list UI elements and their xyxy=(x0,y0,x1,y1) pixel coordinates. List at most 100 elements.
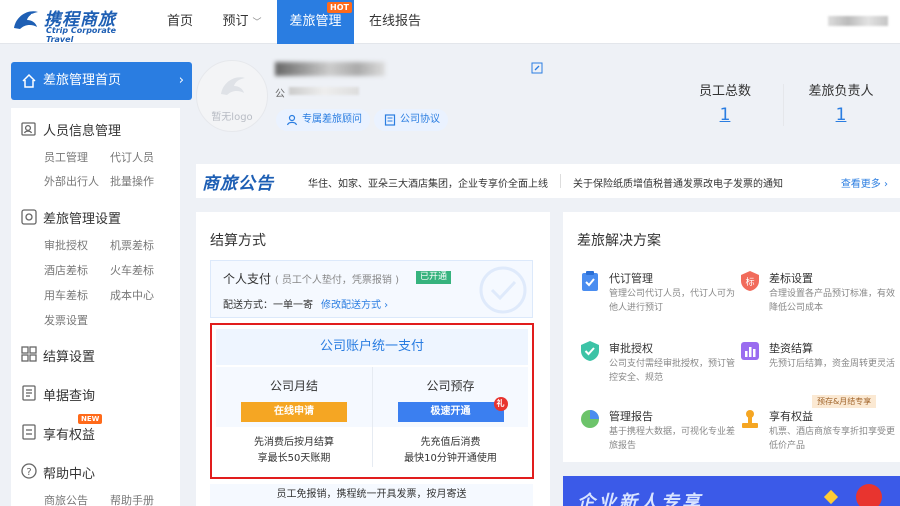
solution-title: 审批授权 xyxy=(609,342,653,355)
stamp-icon xyxy=(742,410,758,428)
solutions-card: 差旅解决方案 代订管理 管理公司代订人员，代订人可为他人进行预订 标 差标设置 … xyxy=(563,212,900,462)
stat-travel-manager: 差旅负责人 1 xyxy=(801,80,881,125)
ctrip-logo[interactable]: 携程商旅 Ctrip Corporate Travel xyxy=(10,4,145,44)
personal-payment-title: 个人支付 ( 员工个人垫付，凭票报销 ) xyxy=(223,270,399,287)
monthly-note-line2: 享最长50天账期 xyxy=(257,453,331,464)
stat-employee-total-value[interactable]: 1 xyxy=(685,105,765,125)
promo-banner-text: 企业新人专享 xyxy=(577,492,703,506)
nav-travel-management[interactable]: 差旅管理 HOT xyxy=(277,0,354,44)
settlement-card: 结算方式 个人支付 ( 员工个人垫付，凭票报销 ) 已开通 配送方式：一单一寄修… xyxy=(196,212,550,506)
shield-badge-icon: 标 xyxy=(741,271,759,291)
delivery-method-text: 配送方式：一单一寄 xyxy=(223,300,313,311)
solution-title: 管理报告 xyxy=(609,410,653,423)
company-agreement-button[interactable]: 公司协议 xyxy=(374,109,448,131)
monthly-settlement-note: 先消费后按月结算 享最长50天账期 xyxy=(216,435,372,467)
brand-subtitle: Ctrip Corporate Travel xyxy=(46,26,117,44)
solution-desc: 公司支付需经审批授权，预订管控安全、规范 xyxy=(609,359,736,383)
sidebar-item-settlement[interactable]: 结算设置 xyxy=(43,346,95,365)
apply-online-button[interactable]: 在线申请 xyxy=(241,402,347,422)
announcement-separator xyxy=(560,174,561,188)
solution-title: 享有权益 xyxy=(769,410,813,423)
prepay-exclusive-tag: 预存&月结专享 xyxy=(812,395,877,408)
sidebar-sub-agent-booker[interactable]: 代订人员 xyxy=(110,149,154,165)
modify-delivery-link[interactable]: 修改配送方式 › xyxy=(321,300,388,311)
monthly-settlement-option: 公司月结 在线申请 xyxy=(216,367,372,427)
settlement-grid-icon xyxy=(21,346,37,362)
sidebar-sub-hotel-policy[interactable]: 酒店差标 xyxy=(44,262,88,278)
sidebar-sub-employee-manage[interactable]: 员工管理 xyxy=(44,149,88,165)
sidebar-sub-help-manual[interactable]: 帮助手册 xyxy=(110,492,154,506)
sidebar-sub-announcements[interactable]: 商旅公告 xyxy=(44,492,88,506)
bar-chart-icon xyxy=(741,342,759,360)
sidebar: 人员信息管理 员工管理 代订人员 外部出行人 批量操作 差旅管理设置 审批授权 … xyxy=(11,108,180,506)
company-payment-panel: 公司账户统一支付 公司月结 在线申请 公司预存 极速开通 礼 先消费后按月结算 享… xyxy=(210,323,534,479)
document-icon xyxy=(22,385,36,401)
pie-chart-icon xyxy=(581,410,599,428)
promo-banner[interactable]: 企业新人专享 xyxy=(563,476,900,506)
check-watermark-icon xyxy=(479,266,527,314)
company-agreement-label: 公司协议 xyxy=(400,114,440,125)
solution-title: 差标设置 xyxy=(769,272,813,285)
shield-check-icon xyxy=(581,341,599,361)
svg-text:?: ? xyxy=(26,467,31,478)
stat-travel-manager-value[interactable]: 1 xyxy=(801,105,881,125)
sidebar-item-people-info[interactable]: 人员信息管理 xyxy=(43,120,121,139)
prepay-note-line2: 最快10分钟开通使用 xyxy=(404,453,497,464)
announcement-item[interactable]: 华住、如家、亚朵三大酒店集团，企业专享价全面上线 xyxy=(308,175,548,190)
sidebar-item-travel-home[interactable]: 差旅管理首页 › xyxy=(11,62,192,100)
prepay-option: 公司预存 极速开通 礼 xyxy=(373,367,528,427)
agreement-icon xyxy=(384,114,396,126)
solution-desc: 机票、酒店商旅专享折扣享受更低价产品 xyxy=(769,427,896,451)
announcement-more-link[interactable]: 查看更多 › xyxy=(841,175,888,190)
clipboard-check-icon xyxy=(582,271,598,291)
solution-title: 代订管理 xyxy=(609,272,653,285)
nav-booking[interactable]: 预订 ﹀ xyxy=(214,0,270,44)
solution-desc: 基于携程大数据，可视化专业差旅报告 xyxy=(609,427,736,451)
dolphin-logo-icon xyxy=(14,11,38,29)
sidebar-item-help-center[interactable]: 帮助中心 xyxy=(43,463,95,482)
sidebar-sub-car-policy[interactable]: 用车差标 xyxy=(44,287,88,303)
sidebar-sub-flight-policy[interactable]: 机票差标 xyxy=(110,237,154,253)
stat-employee-total-label: 员工总数 xyxy=(698,84,751,99)
sidebar-sub-batch-operation[interactable]: 批量操作 xyxy=(110,173,154,189)
settlement-title: 结算方式 xyxy=(210,233,266,249)
status-badge: 已开通 xyxy=(416,271,452,284)
benefits-icon xyxy=(22,424,36,440)
edit-icon[interactable] xyxy=(531,62,543,74)
sidebar-sub-external-traveler[interactable]: 外部出行人 xyxy=(44,173,99,189)
company-sub-prefix: 公 xyxy=(275,89,285,100)
solution-desc: 先预订后结算，资金周转更灵活 xyxy=(769,359,896,369)
avatar-label: 暂无logo xyxy=(211,112,253,123)
monthly-settlement-label: 公司月结 xyxy=(269,379,318,393)
sidebar-item-benefits[interactable]: 享有权益 xyxy=(43,424,95,443)
user-account-blurred[interactable] xyxy=(828,16,888,26)
travel-advisor-label: 专属差旅顾问 xyxy=(302,114,362,125)
sidebar-sub-cost-center[interactable]: 成本中心 xyxy=(110,287,154,303)
sidebar-sub-invoice-settings[interactable]: 发票设置 xyxy=(44,312,88,328)
sparkle-icon xyxy=(823,489,839,505)
person-icon xyxy=(286,114,298,126)
announcement-item[interactable]: 关于保险纸质增值税普通发票改电子发票的通知 xyxy=(573,175,783,190)
balloon-icon xyxy=(856,484,882,506)
personal-payment-label: 个人支付 xyxy=(223,272,272,286)
sidebar-sub-approval[interactable]: 审批授权 xyxy=(44,237,88,253)
solution-title: 垫资结算 xyxy=(769,342,813,355)
travel-advisor-button[interactable]: 专属差旅顾问 xyxy=(276,109,370,131)
sidebar-head-label: 差旅管理首页 xyxy=(43,73,122,88)
company-sub-blur-bar xyxy=(289,87,359,95)
nav-booking-label: 预订 xyxy=(222,14,249,29)
invoice-footer-note: 员工免报销，携程统一开具发票，按月寄送 xyxy=(210,484,533,506)
sidebar-sub-train-policy[interactable]: 火车差标 xyxy=(110,262,154,278)
nav-online-report[interactable]: 在线报告 xyxy=(362,0,428,44)
sidebar-item-document-query[interactable]: 单据查询 xyxy=(43,385,95,404)
new-badge: NEW xyxy=(78,414,103,424)
user-manage-icon xyxy=(21,122,36,136)
company-name-blurred xyxy=(275,62,385,76)
sidebar-item-travel-settings[interactable]: 差旅管理设置 xyxy=(43,208,121,227)
prepay-label: 公司预存 xyxy=(426,379,475,393)
prepay-note: 先充值后消费 最快10分钟开通使用 xyxy=(373,435,528,467)
dolphin-placeholder-icon xyxy=(221,77,245,95)
delivery-method-row: 配送方式：一单一寄 修改配送方式 › xyxy=(223,296,388,311)
fast-open-button[interactable]: 极速开通 礼 xyxy=(397,397,508,422)
nav-home[interactable]: 首页 xyxy=(158,0,202,44)
